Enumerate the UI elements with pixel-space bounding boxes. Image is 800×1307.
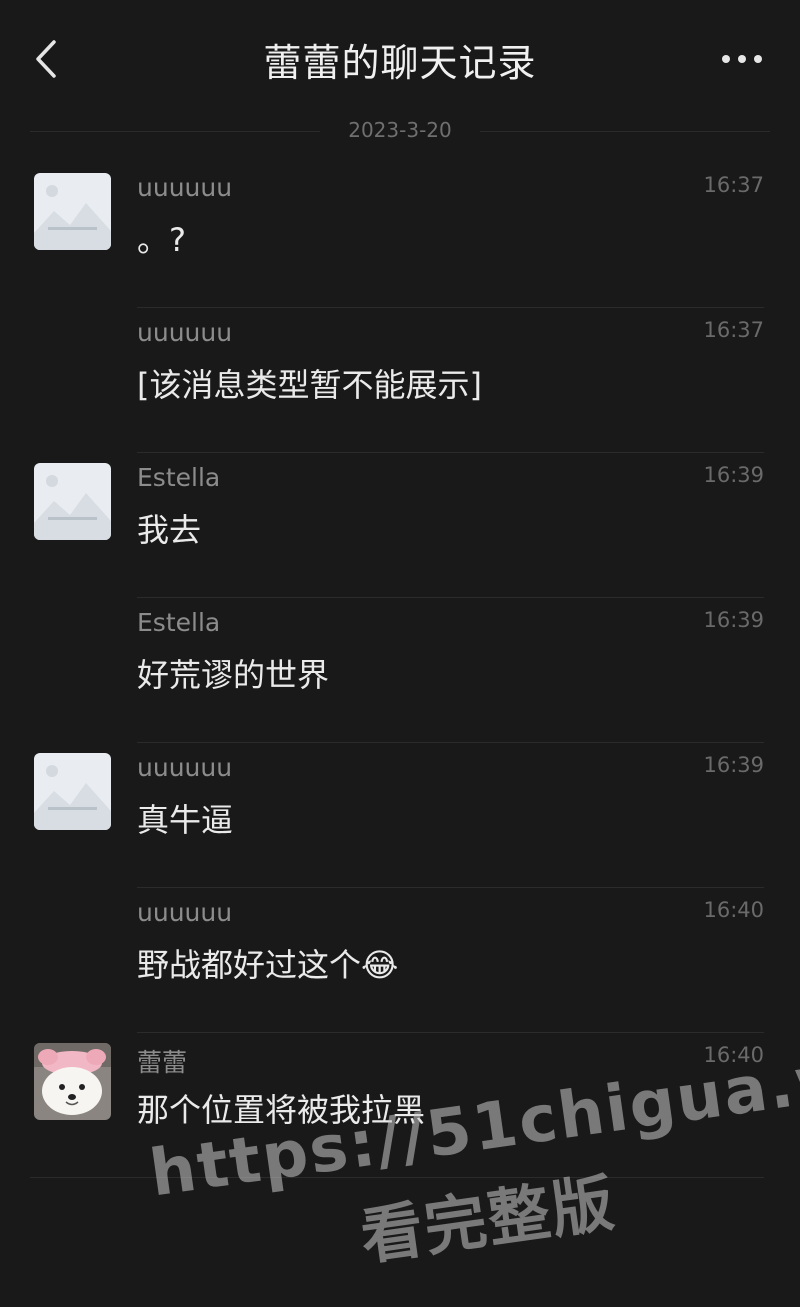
avatar[interactable] xyxy=(34,753,111,830)
message-time: 16:39 xyxy=(703,463,764,487)
avatar[interactable] xyxy=(34,1043,111,1120)
more-dots-icon xyxy=(722,55,762,63)
message-time: 16:37 xyxy=(703,318,764,342)
message-text: 好荒谬的世界 xyxy=(137,656,330,694)
message-time: 16:39 xyxy=(703,608,764,632)
message-time: 16:40 xyxy=(703,1043,764,1067)
message-text: 真牛逼 xyxy=(137,801,234,839)
sender-name: 蕾蕾 xyxy=(137,1048,188,1077)
message-text: 野战都好过这个😂 xyxy=(137,946,399,984)
top-bar: 蕾蕾的聊天记录 xyxy=(0,0,800,118)
sender-name: uuuuuu xyxy=(137,753,233,782)
sender-name: uuuuuu xyxy=(137,898,233,927)
avatar[interactable] xyxy=(34,463,111,540)
divider xyxy=(480,131,770,132)
message-item[interactable]: uuuuuu 16:40 野战都好过这个😂 xyxy=(0,888,800,1033)
message-text: 我去 xyxy=(137,511,202,549)
message-item[interactable]: 蕾蕾 16:40 那个位置将被我拉黑 xyxy=(0,1033,800,1178)
more-button[interactable] xyxy=(720,44,764,74)
message-item[interactable]: Estella 16:39 我去 xyxy=(0,453,800,598)
message-item[interactable]: Estella 16:39 好荒谬的世界 xyxy=(0,598,800,743)
image-placeholder-icon xyxy=(34,173,111,250)
date-label: 2023-3-20 xyxy=(348,118,452,142)
message-text: 。? xyxy=(137,221,186,259)
message-item[interactable]: uuuuuu 16:37 。? xyxy=(0,163,800,308)
image-placeholder-icon xyxy=(34,753,111,830)
sender-name: uuuuuu xyxy=(137,318,233,347)
message-time: 16:40 xyxy=(703,898,764,922)
message-time: 16:39 xyxy=(703,753,764,777)
date-separator: 2023-3-20 xyxy=(30,116,770,146)
sender-name: Estella xyxy=(137,463,221,492)
page-title: 蕾蕾的聊天记录 xyxy=(263,41,537,85)
dog-avatar-icon xyxy=(34,1043,111,1120)
message-item[interactable]: uuuuuu 16:37 [该消息类型暂不能展示] xyxy=(0,308,800,453)
image-placeholder-icon xyxy=(34,463,111,540)
sender-name: Estella xyxy=(137,608,221,637)
avatar[interactable] xyxy=(34,173,111,250)
message-text: 那个位置将被我拉黑 xyxy=(137,1091,426,1129)
sender-name: uuuuuu xyxy=(137,173,233,202)
message-text: [该消息类型暂不能展示] xyxy=(137,366,482,404)
message-item[interactable]: uuuuuu 16:39 真牛逼 xyxy=(0,743,800,888)
divider xyxy=(30,1177,764,1178)
message-time: 16:37 xyxy=(703,173,764,197)
